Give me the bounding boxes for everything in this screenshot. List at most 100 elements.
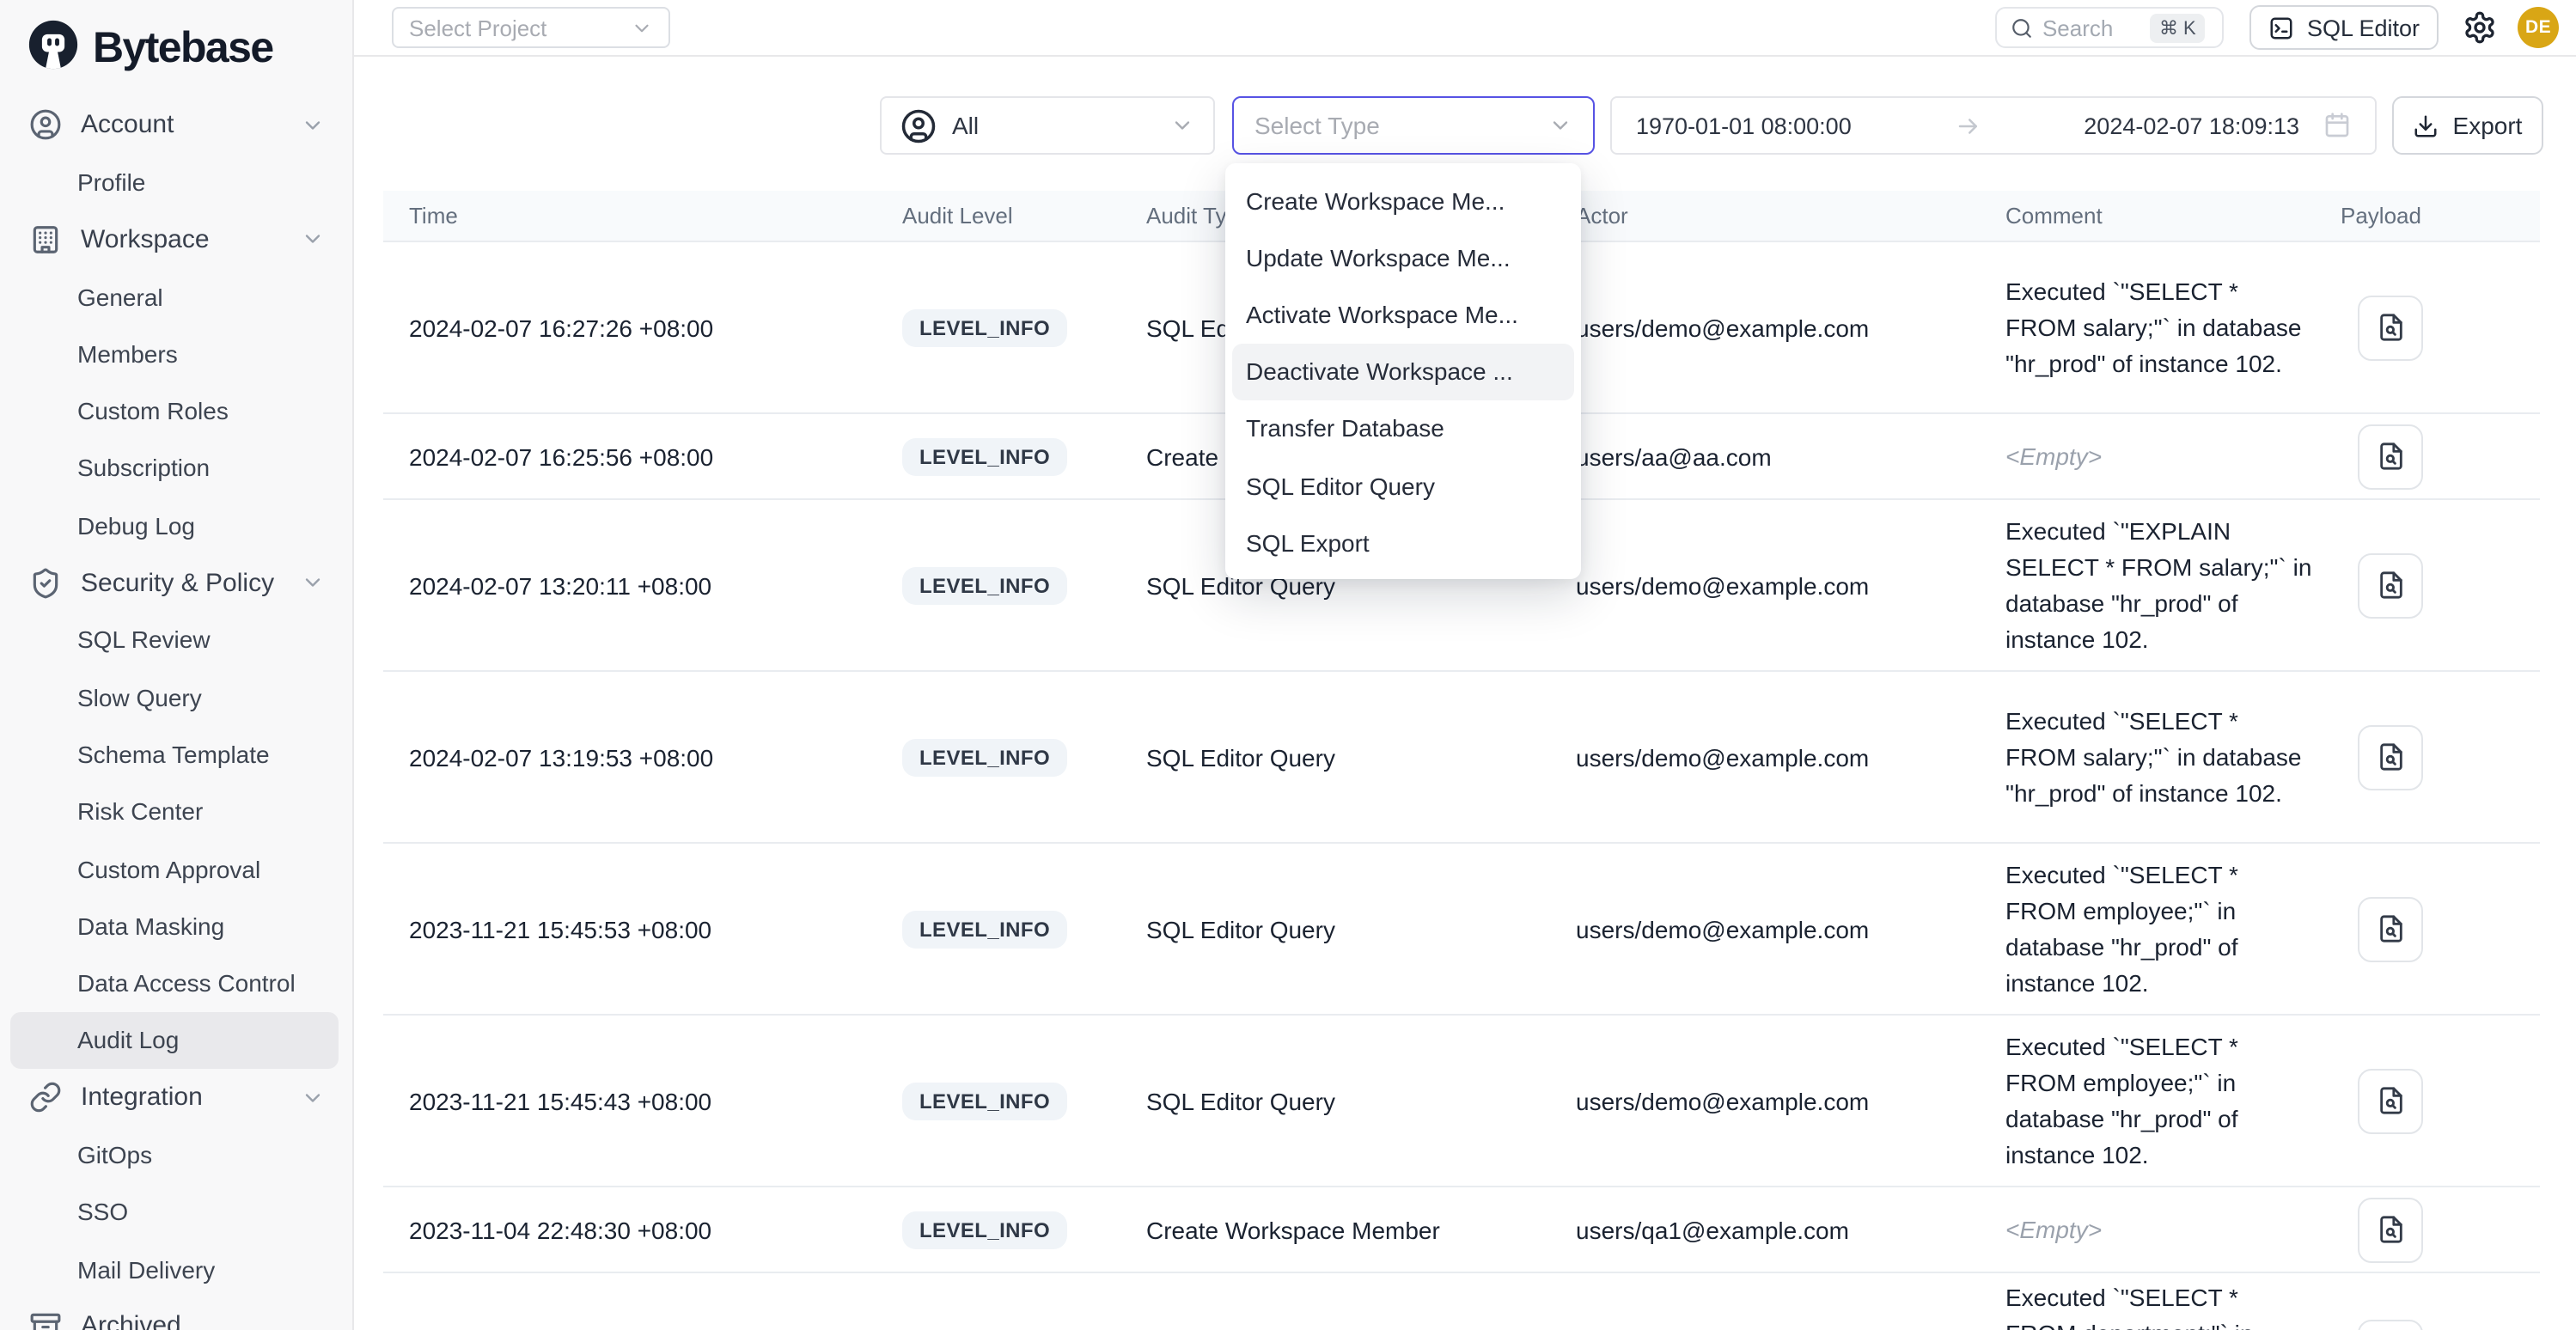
sidebar-group-integration[interactable]: Integration [0, 1069, 352, 1126]
comment-cell: <Empty> [2005, 438, 2315, 474]
date-from-value: 1970-01-01 08:00:00 [1636, 113, 1852, 138]
table-row: 2023-11-04 21:26:24 +08:00LEVEL_INFOSQL … [383, 1273, 2540, 1330]
audit-level-cell: LEVEL_INFO [902, 437, 1067, 475]
shield-check-icon [29, 566, 62, 599]
building-icon [29, 223, 62, 255]
export-button[interactable]: Export [2392, 96, 2543, 155]
payload-view-button[interactable] [2358, 1320, 2423, 1330]
sidebar-item-sql-review[interactable]: SQL Review [0, 611, 352, 668]
menu-item-activate-workspace-me[interactable]: Activate Workspace Me... [1225, 286, 1581, 343]
chevron-down-icon [1548, 113, 1572, 137]
sidebar-item-gitops[interactable]: GitOps [0, 1126, 352, 1184]
user-circle-icon [900, 107, 937, 143]
sidebar-item-custom-approval[interactable]: Custom Approval [0, 840, 352, 898]
actor-filter-select[interactable]: All [880, 96, 1215, 155]
payload-view-button[interactable] [2358, 295, 2423, 360]
sidebar-item-subscription[interactable]: Subscription [0, 440, 352, 497]
column-header-actor: Actor [1576, 191, 1628, 241]
level-badge: LEVEL_INFO [902, 437, 1067, 475]
sidebar-item-data-access-control[interactable]: Data Access Control [0, 955, 352, 1012]
column-header-audit-level: Audit Level [902, 191, 1013, 241]
sidebar-item-mail-delivery[interactable]: Mail Delivery [0, 1241, 352, 1298]
search-icon [2011, 16, 2034, 39]
date-range-end: 2024-02-07 18:09:13 [2084, 112, 2351, 139]
time-cell: 2023-11-21 15:45:43 +08:00 [409, 1087, 711, 1114]
search-input[interactable] [2042, 15, 2142, 40]
menu-item-sql-editor-query[interactable]: SQL Editor Query [1225, 457, 1581, 514]
sidebar-nav: AccountProfileWorkspaceGeneralMembersCus… [0, 96, 352, 1330]
actor-filter-value: All [952, 112, 979, 139]
gear-icon[interactable] [2463, 10, 2497, 45]
sidebar-group-account[interactable]: Account [0, 96, 352, 154]
actor-cell: users/demo@example.com [1576, 915, 1869, 943]
menu-item-update-workspace-me[interactable]: Update Workspace Me... [1225, 229, 1581, 285]
comment-cell: Executed `"SELECT * FROM employee;"` in … [2005, 1028, 2315, 1173]
level-badge: LEVEL_INFO [902, 1082, 1067, 1120]
sidebar-item-sso[interactable]: SSO [0, 1183, 352, 1241]
file-search-icon [2376, 570, 2405, 600]
comment-cell: Executed `"SELECT * FROM employee;"` in … [2005, 857, 2315, 1001]
sidebar-item-profile[interactable]: Profile [0, 154, 352, 211]
sidebar-group-label: Archived [81, 1312, 325, 1330]
app-root: Bytebase AccountProfileWorkspaceGeneralM… [0, 0, 2576, 1330]
date-range-picker[interactable]: 1970-01-01 08:00:00 2024-02-07 18:09:13 [1610, 96, 2377, 155]
column-header-payload: Payload [2341, 191, 2421, 241]
sidebar-group-label: Integration [81, 1083, 282, 1112]
payload-view-button[interactable] [2358, 896, 2423, 961]
payload-cell [2358, 552, 2423, 618]
audit-type-select[interactable]: Select Type [1232, 96, 1595, 155]
file-search-icon [2376, 914, 2405, 943]
sql-editor-label: SQL Editor [2307, 15, 2420, 40]
payload-cell [2358, 724, 2423, 790]
table-row: 2023-11-21 15:45:53 +08:00LEVEL_INFOSQL … [383, 844, 2540, 1016]
brand-logo[interactable]: Bytebase [0, 0, 352, 82]
sidebar-item-data-masking[interactable]: Data Masking [0, 897, 352, 955]
search-box[interactable]: ⌘ K [1996, 7, 2225, 48]
payload-view-button[interactable] [2358, 424, 2423, 489]
sidebar-item-audit-log[interactable]: Audit Log [10, 1012, 339, 1070]
avatar[interactable]: DE [2518, 7, 2559, 48]
payload-view-button[interactable] [2358, 1197, 2423, 1262]
actor-cell: users/demo@example.com [1576, 314, 1869, 341]
chevron-down-icon [301, 227, 325, 251]
sidebar: Bytebase AccountProfileWorkspaceGeneralM… [0, 0, 354, 1330]
search-shortcut-chip: ⌘ K [2151, 13, 2205, 42]
menu-item-deactivate-workspace[interactable]: Deactivate Workspace ... [1232, 343, 1574, 400]
actor-cell: users/demo@example.com [1576, 1087, 1869, 1114]
comment-cell: Executed `"SELECT * FROM salary;"` in da… [2005, 703, 2315, 811]
sidebar-group-archived[interactable]: Archived [0, 1297, 352, 1330]
audit-level-cell: LEVEL_INFO [902, 738, 1067, 776]
sidebar-item-custom-roles[interactable]: Custom Roles [0, 382, 352, 440]
audit-type-cell: SQL Editor Query [1146, 915, 1335, 943]
comment-cell: Executed `"SELECT * FROM salary;"` in da… [2005, 273, 2315, 381]
sidebar-item-schema-template[interactable]: Schema Template [0, 726, 352, 784]
comment-cell: Executed `"SELECT * FROM department;"` i… [2005, 1280, 2315, 1330]
audit-level-cell: LEVEL_INFO [902, 308, 1067, 346]
menu-item-create-workspace-me[interactable]: Create Workspace Me... [1225, 172, 1581, 229]
archive-icon [29, 1310, 62, 1330]
payload-cell [2358, 295, 2423, 360]
comment-cell: <Empty> [2005, 1211, 2315, 1248]
project-select[interactable]: Select Project [392, 7, 670, 48]
payload-cell [2358, 424, 2423, 489]
menu-item-transfer-database[interactable]: Transfer Database [1225, 400, 1581, 457]
file-search-icon [2376, 313, 2405, 342]
payload-view-button[interactable] [2358, 1068, 2423, 1133]
sidebar-group-workspace[interactable]: Workspace [0, 210, 352, 268]
sidebar-item-members[interactable]: Members [0, 325, 352, 382]
actor-cell: users/qa1@example.com [1576, 1216, 1849, 1243]
sidebar-item-slow-query[interactable]: Slow Query [0, 668, 352, 726]
sidebar-item-debug-log[interactable]: Debug Log [0, 497, 352, 554]
audit-type-placeholder: Select Type [1254, 112, 1380, 139]
sidebar-group-security-policy[interactable]: Security & Policy [0, 554, 352, 612]
payload-view-button[interactable] [2358, 552, 2423, 618]
chevron-down-icon [1170, 113, 1194, 137]
payload-view-button[interactable] [2358, 724, 2423, 790]
sidebar-item-general[interactable]: General [0, 268, 352, 326]
payload-cell [2358, 896, 2423, 961]
bytebase-logo-icon [27, 18, 79, 78]
export-label: Export [2453, 112, 2523, 139]
sql-editor-button[interactable]: SQL Editor [2250, 5, 2439, 50]
sidebar-item-risk-center[interactable]: Risk Center [0, 783, 352, 840]
menu-item-sql-export[interactable]: SQL Export [1225, 514, 1581, 570]
